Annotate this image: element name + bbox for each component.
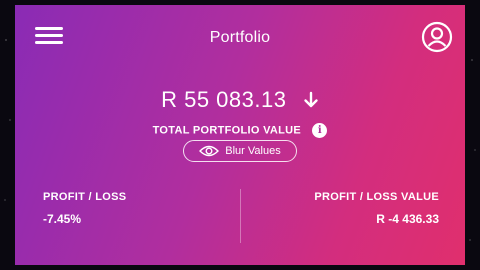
blur-values-button[interactable]: Blur Values	[183, 140, 297, 162]
profit-loss-amount: R -4 436.33	[376, 212, 439, 226]
total-value-label-row: TOTAL PORTFOLIO VALUE i	[15, 123, 465, 138]
profit-loss-stat: PROFIT / LOSS -7.45%	[43, 191, 126, 226]
profit-loss-value-label: PROFIT / LOSS VALUE	[314, 191, 439, 203]
info-icon[interactable]: i	[312, 123, 328, 138]
total-portfolio-label: TOTAL PORTFOLIO VALUE	[152, 124, 302, 137]
profit-loss-value-stat: PROFIT / LOSS VALUE R -4 436.33	[314, 191, 439, 226]
user-profile-icon[interactable]	[421, 21, 453, 53]
eye-icon	[199, 145, 220, 157]
profit-loss-label: PROFIT / LOSS	[43, 191, 127, 203]
stats-divider	[240, 189, 241, 243]
blur-values-label: Blur Values	[225, 145, 281, 157]
app-screen: Portfolio R 55 083.13 TOTAL PORTFOLIO VA…	[15, 5, 465, 265]
page-title: Portfolio	[209, 29, 271, 46]
top-bar: Portfolio	[15, 5, 465, 67]
arrow-down-icon	[303, 91, 319, 109]
profit-loss-percent: -7.45%	[43, 212, 82, 226]
total-portfolio-value: R 55 083.13	[161, 87, 287, 112]
total-value-row: R 55 083.13	[15, 87, 465, 117]
